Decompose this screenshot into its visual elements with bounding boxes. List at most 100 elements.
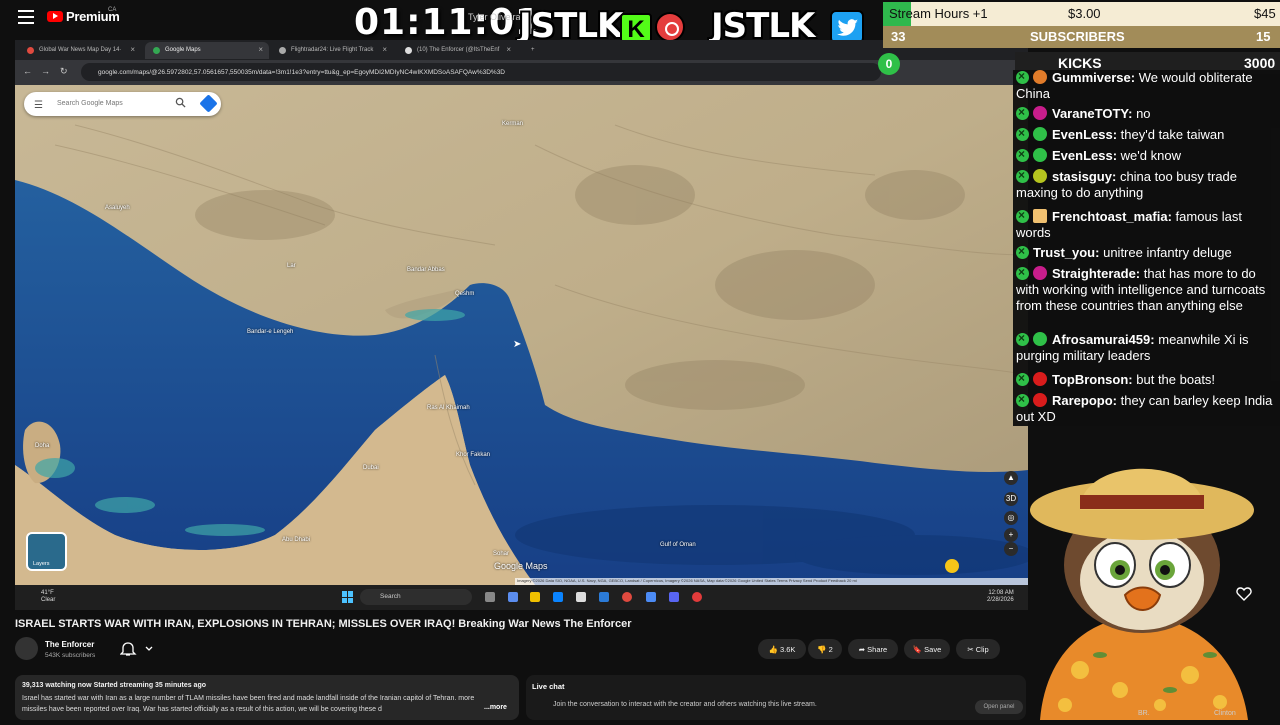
map-menu-icon[interactable]: ☰ <box>34 100 43 111</box>
map-attribution: Imagery ©2026 Data SIO, NOAA, U.S. Navy,… <box>515 578 1028 585</box>
map-search-input[interactable]: Search Google Maps <box>57 100 123 107</box>
close-icon[interactable]: × <box>258 45 263 54</box>
user-badge-icon <box>1033 266 1047 280</box>
save-button[interactable]: 🔖 Save <box>904 639 950 659</box>
video-title: ISRAEL STARTS WAR WITH IRAN, EXPLOSIONS … <box>15 618 632 630</box>
my-location-icon[interactable]: ◎ <box>1004 511 1018 525</box>
user-badge-icon <box>1033 169 1047 183</box>
tab-favicon-icon <box>27 47 34 54</box>
kick-badge-icon <box>1016 207 1029 223</box>
chrome-icon[interactable] <box>622 592 632 602</box>
tab-favicon-icon <box>153 47 160 54</box>
copilot-icon[interactable] <box>508 592 518 602</box>
back-icon[interactable]: ← <box>23 66 32 76</box>
zoom-out-button[interactable]: − <box>1004 542 1018 556</box>
chat-username: EvenLess: <box>1052 127 1118 142</box>
new-tab-button[interactable]: + <box>523 42 543 59</box>
avatar[interactable] <box>15 637 38 660</box>
discord-icon[interactable] <box>669 592 679 602</box>
open-panel-button[interactable]: Open panel <box>975 700 1023 714</box>
chat-message: Gummiverse: We would obliterate China <box>1016 68 1278 102</box>
zoom-in-button[interactable]: + <box>1004 528 1018 542</box>
kick-badge-icon <box>1016 146 1029 162</box>
weather-temp: 41°F <box>41 590 54 596</box>
tab-war-map[interactable]: Global War News Map Day 14· × <box>19 42 141 59</box>
mouse-cursor-icon: ➤ <box>513 339 522 350</box>
chat-username: Rarepopo: <box>1052 393 1117 408</box>
windows-start-icon[interactable] <box>342 591 354 603</box>
youtube-logo-icon[interactable] <box>47 11 63 22</box>
map-imagery <box>15 85 1028 585</box>
map-label-bandar-abbas: Bandar Abbas <box>407 267 445 273</box>
chat-username: Afrosamurai459: <box>1052 332 1155 347</box>
chat-username: Straighterade: <box>1052 266 1141 281</box>
taskbar-search[interactable]: Search <box>360 589 472 605</box>
forward-icon[interactable]: → <box>41 66 50 76</box>
chat-username: Trust_you: <box>1033 245 1100 260</box>
map-search-bar[interactable]: ☰ Search Google Maps <box>24 92 221 116</box>
tab-google-maps[interactable]: Google Maps × <box>145 42 269 59</box>
weather-widget[interactable]: 41°F Clear <box>41 590 55 604</box>
app-icon[interactable] <box>646 592 656 602</box>
chat-username: EvenLess: <box>1052 148 1118 163</box>
edge-icon[interactable] <box>553 592 563 602</box>
pegman-icon[interactable] <box>945 559 959 573</box>
windows-taskbar: 41°F Clear Search 12:08 AM 2/28/2026 <box>15 585 1028 610</box>
compass-icon[interactable]: ▲ <box>1004 471 1018 485</box>
live-chat-description: Join the conversation to interact with t… <box>553 701 817 708</box>
live-chat-title: Live chat <box>532 682 565 691</box>
chat-text: no <box>1136 106 1151 121</box>
chat-message: Afrosamurai459: meanwhile Xi is purging … <box>1016 330 1278 364</box>
tab-label: Google Maps <box>165 47 201 53</box>
mail-icon[interactable] <box>599 592 609 602</box>
map-label-kerman: Kerman <box>502 121 524 127</box>
stream-hours-amount: $3.00 <box>1068 6 1101 21</box>
timer-subtext: Tyler Oliveira <box>468 12 521 22</box>
close-icon[interactable]: × <box>130 45 135 54</box>
store-icon[interactable] <box>576 592 586 602</box>
user-badge-icon <box>1033 332 1047 346</box>
close-icon[interactable]: × <box>506 45 511 54</box>
chat-username-partial: BR. <box>1138 710 1150 717</box>
channel-name[interactable]: The Enforcer <box>45 640 94 649</box>
more-link[interactable]: ...more <box>484 704 507 711</box>
layers-label: Layers <box>33 561 50 567</box>
user-badge-icon <box>1033 127 1047 141</box>
reload-icon[interactable]: ↻ <box>60 66 68 77</box>
search-icon[interactable] <box>175 97 186 108</box>
kick-badge-icon <box>1016 243 1029 259</box>
browser-window: Global War News Map Day 14· × Google Map… <box>15 40 1028 610</box>
file-explorer-icon[interactable] <box>530 592 540 602</box>
notification-bell-icon[interactable] <box>119 640 160 658</box>
directions-icon[interactable] <box>199 94 218 113</box>
kick-badge-icon <box>1016 330 1029 346</box>
google-maps-brand: Google Maps <box>494 561 548 571</box>
tab-enforcer[interactable]: (10) The Enforcer (@ItsTheEnf × <box>397 42 517 59</box>
close-icon[interactable]: × <box>382 45 387 54</box>
clock-time: 12:08 AM <box>988 590 1014 596</box>
counter-badge: 0 <box>878 53 900 75</box>
map-label-dubai: Dubai <box>363 465 379 471</box>
obs-icon[interactable] <box>692 592 702 602</box>
dislike-button[interactable]: 👎 2 <box>808 639 842 659</box>
heart-icon[interactable] <box>1236 586 1252 602</box>
share-button[interactable]: ➦ Share <box>848 639 898 659</box>
map-label-ras-al-khaimah: Ras Al Khaimah <box>427 405 470 411</box>
map-label-abu-dhabi: Abu Dhabi <box>282 537 311 543</box>
3d-toggle-button[interactable]: 3D <box>1004 492 1018 506</box>
user-badge-icon <box>1033 70 1047 84</box>
task-view-icon[interactable] <box>485 592 495 602</box>
like-button[interactable]: 👍 3.6K <box>758 639 806 659</box>
tab-flightradar[interactable]: Flightradar24: Live Flight Track × <box>271 42 393 59</box>
user-badge-icon <box>1033 209 1047 223</box>
save-label: Save <box>924 645 942 654</box>
tab-label: Flightradar24: Live Flight Track <box>291 47 374 53</box>
satellite-map[interactable]: ☰ Search Google Maps Doha Dubai Abu Dhab… <box>15 85 1028 585</box>
menu-icon[interactable] <box>18 10 34 24</box>
weather-condition: Clear <box>41 597 56 603</box>
clip-button[interactable]: ✂ Clip <box>956 639 1000 659</box>
chat-username: Frenchtoast_mafia: <box>1052 209 1172 224</box>
live-chat-box <box>526 675 1026 720</box>
url-text[interactable]: google.com/maps/@26.5972802,57.0561657,5… <box>98 69 505 76</box>
map-label-gulf-of-oman: Gulf of Oman <box>660 542 696 548</box>
